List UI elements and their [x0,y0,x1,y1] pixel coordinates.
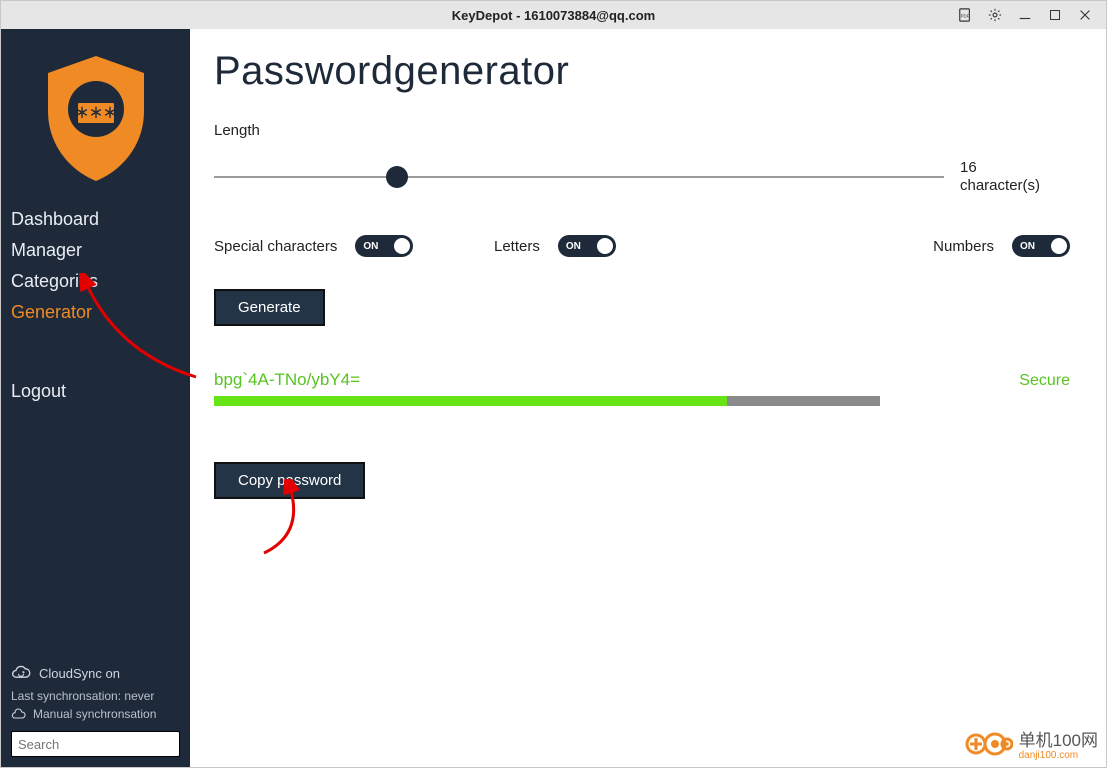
sidebar-item-generator[interactable]: Generator [11,297,190,328]
search-input[interactable] [18,737,194,752]
sidebar: ＊＊＊ Dashboard Manager Categories Generat… [1,29,190,767]
last-sync-text: Last synchronsation: never [11,689,180,703]
manual-sync-label: Manual synchronsation [33,707,156,721]
strength-bar [214,396,880,406]
titlebar: KeyDepot - 1610073884@qq.com PDF [1,1,1106,29]
pdf-icon[interactable]: PDF [958,8,972,22]
sidebar-item-manager[interactable]: Manager [11,235,190,266]
sidebar-item-dashboard[interactable]: Dashboard [11,204,190,235]
cloud-small-icon [11,708,27,720]
maximize-icon[interactable] [1048,8,1062,22]
close-icon[interactable] [1078,8,1092,22]
cloud-icon [11,663,31,683]
special-chars-toggle[interactable]: ON [355,235,413,257]
length-value: 16 [960,159,977,176]
manual-sync-button[interactable]: Manual synchronsation [11,707,180,721]
page-title: Passwordgenerator [214,49,1070,94]
numbers-toggle[interactable]: ON [1012,235,1070,257]
svg-text:PDF: PDF [961,14,970,19]
app-logo: ＊＊＊ [1,29,190,204]
search-box[interactable] [11,731,180,757]
svg-text:＊＊＊: ＊＊＊ [75,105,117,121]
special-chars-label: Special characters [214,238,337,255]
slider-thumb[interactable] [386,166,408,188]
sidebar-item-categories[interactable]: Categories [11,266,190,297]
cloudsync-label: CloudSync on [39,666,120,681]
strength-status: Secure [1019,372,1070,390]
generated-password: bpg`4A-TNo/ybY4= [214,370,360,390]
sidebar-item-logout[interactable]: Logout [11,376,190,407]
cloudsync-status: CloudSync on [11,663,180,683]
window-title: KeyDepot - 1610073884@qq.com [452,8,655,23]
copy-password-button[interactable]: Copy password [214,462,365,499]
length-slider[interactable] [214,165,944,189]
letters-toggle[interactable]: ON [558,235,616,257]
length-label: Length [214,122,1070,139]
gear-icon[interactable] [988,8,1002,22]
letters-label: Letters [494,238,540,255]
generate-button[interactable]: Generate [214,289,325,326]
minimize-icon[interactable] [1018,8,1032,22]
length-unit: character(s) [960,177,1040,194]
numbers-label: Numbers [933,238,994,255]
main-content: Passwordgenerator Length 16 character(s) [190,29,1106,767]
